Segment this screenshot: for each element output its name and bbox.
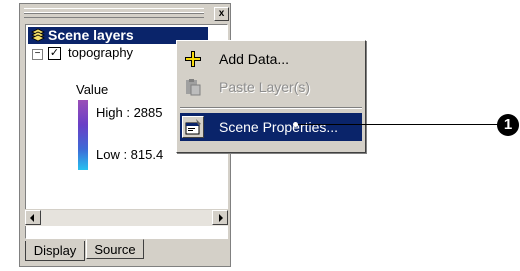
layer-visibility-checkbox[interactable]: ✓ [48,47,61,60]
scroll-right-button[interactable] [212,210,228,225]
layer-name[interactable]: topography [68,44,133,62]
callout-leader-line [296,124,510,125]
menu-item-paste-layers: Paste Layer(s) [180,73,362,101]
menu-item-add-data[interactable]: Add Data... [180,45,362,73]
window-grip[interactable] [24,8,204,18]
legend-low-label: Low : 815.4 [96,147,164,162]
paste-icon [186,79,201,96]
context-menu: Add Data... Paste Layer(s) Scene Propert… [176,40,366,153]
arrow-right-icon [219,214,223,222]
scene-layers-label: Scene layers [48,27,134,43]
close-icon: x [218,8,225,19]
tab-display[interactable]: Display [25,241,85,261]
menu-item-label: Paste Layer(s) [219,79,311,95]
horizontal-scrollbar[interactable] [25,209,228,226]
menu-separator [180,107,362,109]
properties-icon [182,116,204,138]
menu-item-label: Add Data... [219,51,290,67]
menu-item-scene-properties[interactable]: Scene Properties... [180,113,362,141]
collapse-toggle[interactable]: − [32,49,43,60]
color-ramp[interactable] [78,100,88,170]
menu-item-label: Scene Properties... [219,119,339,135]
legend-high-label: High : 2885 [96,105,163,120]
tab-source[interactable]: Source [86,239,144,259]
add-data-icon [185,51,201,67]
callout-number: 1 [497,114,519,136]
callout-anchor-dot [293,122,298,127]
arrow-left-icon [30,214,34,222]
scroll-left-button[interactable] [25,210,41,225]
legend-title: Value [76,82,109,97]
close-button[interactable]: x [214,7,229,21]
layers-icon [31,28,45,42]
